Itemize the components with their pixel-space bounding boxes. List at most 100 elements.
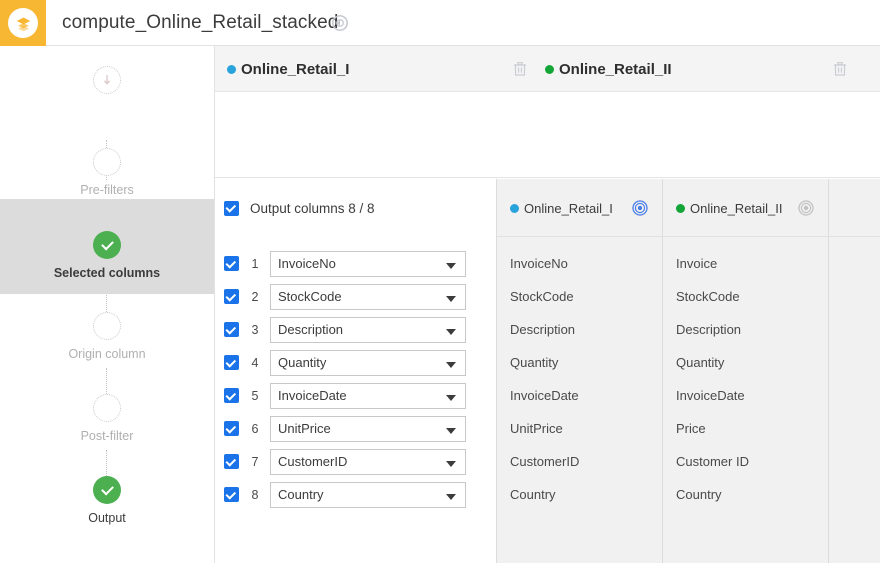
workflow-rail: Pre-filters Selected columns Origin colu… <box>0 46 215 563</box>
rail-step-origin-column[interactable]: Origin column <box>0 312 214 361</box>
output-column-select[interactable]: UnitPrice <box>270 415 466 442</box>
row-checkbox[interactable] <box>224 487 239 502</box>
row-number: 2 <box>251 289 259 304</box>
output-columns-checkbox[interactable] <box>224 200 239 216</box>
chevron-down-icon <box>446 460 456 467</box>
layers-stack-icon <box>8 8 38 38</box>
rail-step-label: Output <box>88 511 126 525</box>
table-row: 8 Country Country Country <box>215 478 880 511</box>
empty-circle-icon <box>93 394 121 422</box>
dataset-color-dot <box>227 64 236 74</box>
table-row: 6 UnitPrice UnitPrice Price <box>215 412 880 445</box>
output-column-select[interactable]: Description <box>270 316 466 343</box>
row-checkbox[interactable] <box>224 322 239 337</box>
mapped-column-dataset-ii[interactable]: Invoice <box>676 247 717 280</box>
bullseye-icon-dataset-ii[interactable] <box>798 200 814 216</box>
output-column-row: 6 UnitPrice <box>215 412 496 445</box>
bullseye-icon-dataset-i[interactable] <box>632 200 648 216</box>
row-number: 4 <box>251 355 259 370</box>
output-column-value: UnitPrice <box>278 421 331 436</box>
rail-step-selected-columns[interactable]: Selected columns <box>0 199 214 294</box>
mapped-column-dataset-ii[interactable]: Price <box>676 412 706 445</box>
chevron-down-icon <box>446 493 456 500</box>
chevron-down-icon <box>446 295 456 302</box>
dataset-color-dot <box>676 203 685 213</box>
delete-dataset-ii-icon[interactable] <box>833 61 847 77</box>
column-header-label: Online_Retail_II <box>690 200 783 216</box>
output-column-select[interactable]: InvoiceDate <box>270 382 466 409</box>
rail-step-input[interactable] <box>0 66 214 94</box>
mapped-column-dataset-i[interactable]: Quantity <box>510 346 558 379</box>
output-column-value: Quantity <box>278 355 327 370</box>
output-column-select[interactable]: CustomerID <box>270 448 466 475</box>
output-column-row: 4 Quantity <box>215 346 496 379</box>
dataset-tab-online-retail-i[interactable]: Online_Retail_I <box>227 46 349 92</box>
dataset-color-dot <box>510 203 519 213</box>
dataset-color-dot <box>545 64 554 74</box>
output-column-select[interactable]: Country <box>270 481 466 508</box>
mapping-grid-header: Output columns 8 / 8 Online_Retail_I Onl… <box>215 179 880 237</box>
table-row: 4 Quantity Quantity Quantity <box>215 346 880 379</box>
row-checkbox[interactable] <box>224 454 239 469</box>
dataset-tab-online-retail-ii[interactable]: Online_Retail_II <box>545 46 672 92</box>
empty-circle-icon <box>93 148 121 176</box>
row-checkbox[interactable] <box>224 388 239 403</box>
app-logo-tile[interactable] <box>0 0 46 46</box>
chevron-down-icon <box>446 262 456 269</box>
check-circle-icon <box>93 476 121 504</box>
row-number: 1 <box>251 256 259 271</box>
table-row: 7 CustomerID CustomerID Customer ID <box>215 445 880 478</box>
empty-circle-icon <box>93 312 121 340</box>
mapped-column-dataset-ii[interactable]: Country <box>676 478 722 511</box>
mapped-column-dataset-i[interactable]: StockCode <box>510 280 574 313</box>
rail-connector <box>106 450 107 478</box>
top-bar: compute_Online_Retail_stacked <box>0 0 880 46</box>
rail-step-label: Pre-filters <box>80 183 134 197</box>
compass-view-icon[interactable] <box>331 14 349 32</box>
download-arrow-icon <box>93 66 121 94</box>
output-columns-header: Output columns 8 / 8 <box>215 179 496 237</box>
row-number: 7 <box>251 454 259 469</box>
mapped-column-dataset-ii[interactable]: InvoiceDate <box>676 379 745 412</box>
chevron-down-icon <box>446 361 456 368</box>
row-number: 6 <box>251 421 259 436</box>
rail-step-post-filter[interactable]: Post-filter <box>0 394 214 443</box>
output-column-value: InvoiceDate <box>278 388 347 403</box>
row-checkbox[interactable] <box>224 421 239 436</box>
mapped-column-dataset-i[interactable]: Description <box>510 313 575 346</box>
mapped-column-dataset-i[interactable]: InvoiceNo <box>510 247 568 280</box>
mapped-column-dataset-ii[interactable]: Quantity <box>676 346 724 379</box>
mapped-column-dataset-i[interactable]: CustomerID <box>510 445 579 478</box>
row-checkbox[interactable] <box>224 289 239 304</box>
rail-step-label: Origin column <box>68 347 146 361</box>
output-column-select[interactable]: InvoiceNo <box>270 250 466 277</box>
row-checkbox[interactable] <box>224 355 239 370</box>
row-number: 3 <box>251 322 259 337</box>
mapped-column-dataset-ii[interactable]: Customer ID <box>676 445 749 478</box>
dataset-tab-strip: Online_Retail_I Online_Retail_II <box>215 46 880 92</box>
table-row: 2 StockCode StockCode StockCode <box>215 280 880 313</box>
output-columns-label: Output columns 8 / 8 <box>250 200 375 216</box>
output-column-value: CustomerID <box>278 454 348 469</box>
output-column-select[interactable]: StockCode <box>270 283 466 310</box>
rail-step-output[interactable]: Output <box>0 476 214 525</box>
column-header-online-retail-ii[interactable]: Online_Retail_II <box>676 179 783 237</box>
output-column-select[interactable]: Quantity <box>270 349 466 376</box>
output-column-row: 2 StockCode <box>215 280 496 313</box>
mapped-column-dataset-ii[interactable]: Description <box>676 313 741 346</box>
row-number: 5 <box>251 388 259 403</box>
delete-dataset-i-icon[interactable] <box>513 61 527 77</box>
row-checkbox[interactable] <box>224 256 239 271</box>
chevron-down-icon <box>446 328 456 335</box>
column-header-online-retail-i[interactable]: Online_Retail_I <box>510 179 613 237</box>
mapped-column-dataset-i[interactable]: UnitPrice <box>510 412 563 445</box>
rail-step-pre-filters[interactable]: Pre-filters <box>0 148 214 197</box>
mapped-column-dataset-i[interactable]: Country <box>510 478 556 511</box>
dataset-tab-label: Online_Retail_II <box>559 60 672 78</box>
dataset-detail-band <box>215 92 880 178</box>
table-row: 3 Description Description Description <box>215 313 880 346</box>
row-number: 8 <box>251 487 259 502</box>
mapped-column-dataset-ii[interactable]: StockCode <box>676 280 740 313</box>
chevron-down-icon <box>446 427 456 434</box>
mapped-column-dataset-i[interactable]: InvoiceDate <box>510 379 579 412</box>
